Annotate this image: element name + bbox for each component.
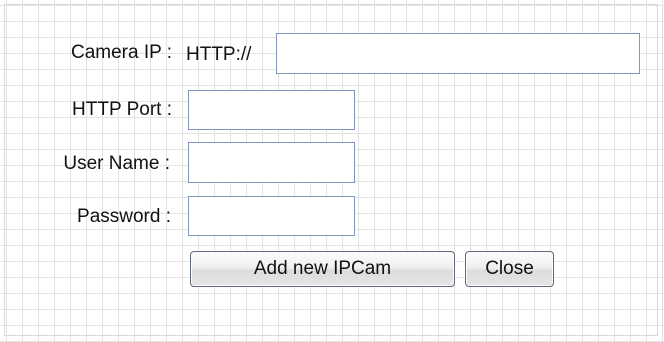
close-button[interactable]: Close	[465, 251, 554, 287]
user-name-field[interactable]	[188, 142, 355, 183]
http-port-label: HTTP Port :	[72, 99, 172, 120]
camera-ip-label: Camera IP :	[70, 42, 172, 63]
user-name-label: User Name :	[63, 153, 170, 174]
password-label: Password :	[77, 206, 171, 227]
camera-ip-field[interactable]	[276, 33, 640, 74]
http-prefix-label: HTTP://	[186, 44, 252, 65]
password-field[interactable]	[188, 196, 355, 236]
add-new-ipcam-button[interactable]: Add new IPCam	[190, 251, 455, 287]
http-port-field[interactable]	[188, 90, 355, 130]
